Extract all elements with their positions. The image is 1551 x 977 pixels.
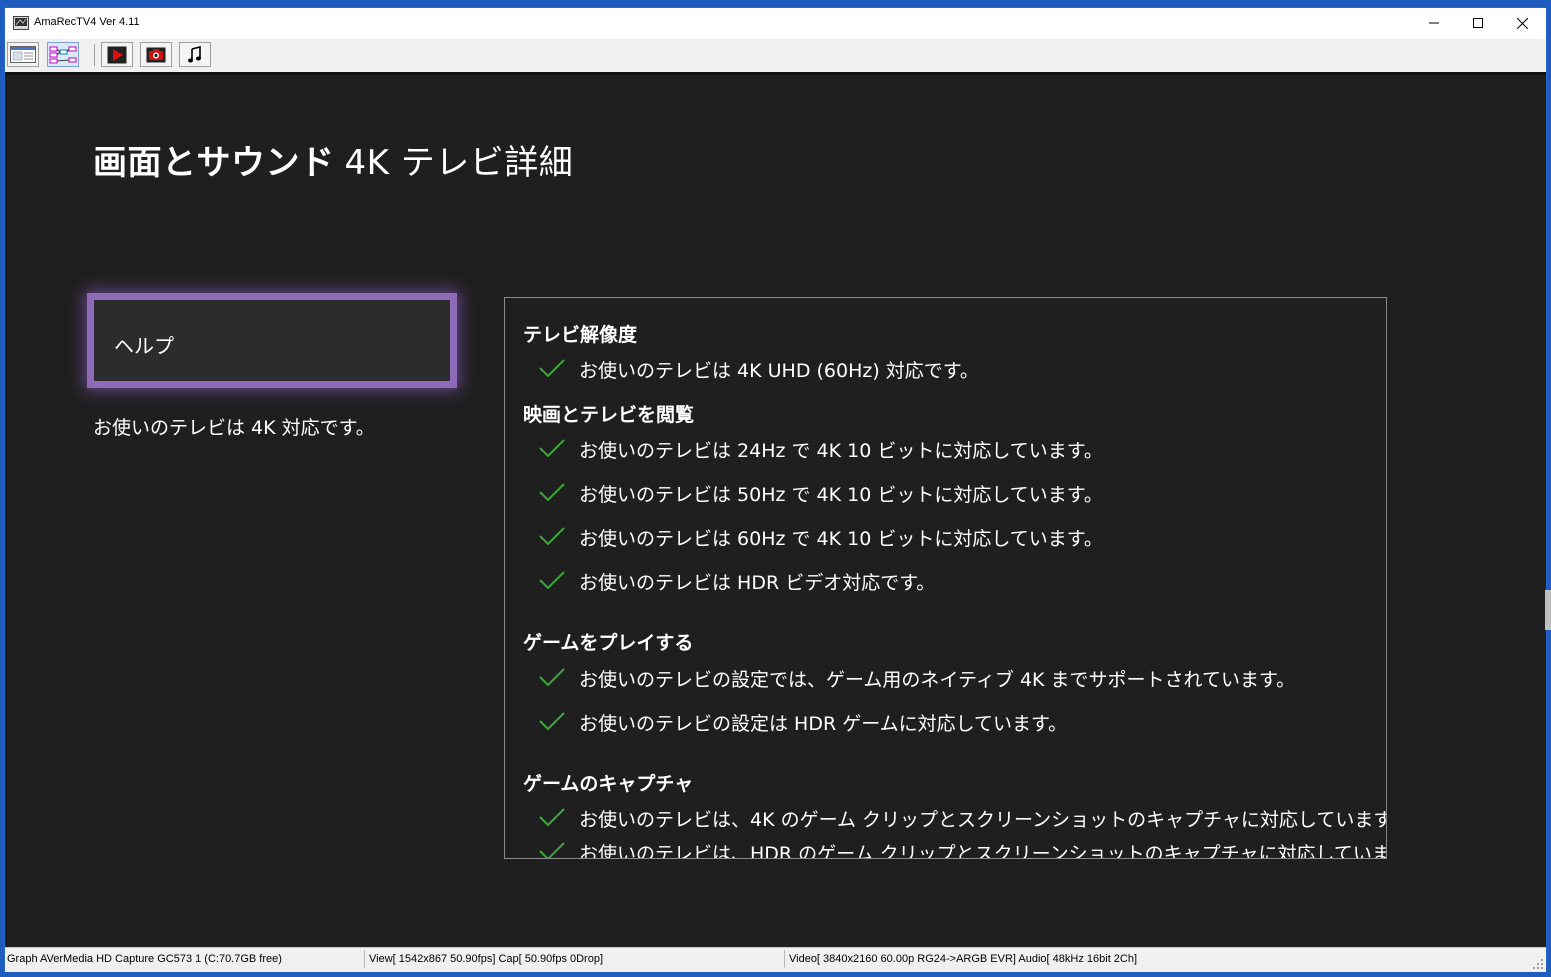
camera-icon bbox=[146, 47, 166, 62]
desktop-edge-scrollbar bbox=[1545, 590, 1551, 630]
check-icon bbox=[539, 668, 565, 687]
toolbar-separator bbox=[94, 44, 95, 66]
check-icon bbox=[539, 842, 565, 858]
check-icon bbox=[539, 439, 565, 458]
section-heading-movies-tv: 映画とテレビを閲覧 bbox=[523, 404, 695, 426]
section-heading-tv-resolution: テレビ解像度 bbox=[523, 324, 638, 346]
check-icon bbox=[539, 808, 565, 827]
help-button-label: ヘルプ bbox=[114, 334, 174, 358]
audio-button[interactable] bbox=[179, 42, 211, 67]
graph-view-button[interactable] bbox=[47, 42, 79, 67]
app-window: AmaRecTV4 Ver 4.11 画面とサウンド 4K テレビ詳細 ヘルプ … bbox=[4, 7, 1547, 972]
tv-support-summary: お使いのテレビは 4K 対応です。 bbox=[93, 417, 375, 439]
minimize-button[interactable] bbox=[1411, 8, 1456, 38]
status-video: Video[ 3840x2160 60.00p RG24->ARGB EVR] … bbox=[789, 953, 1138, 965]
details-panel[interactable]: テレビ解像度 お使いのテレビは 4K UHD (60Hz) 対応です。 映画とテ… bbox=[504, 297, 1387, 859]
maximize-icon bbox=[1472, 18, 1483, 28]
app-icon bbox=[13, 15, 29, 30]
check-icon bbox=[539, 483, 565, 502]
help-button[interactable]: ヘルプ bbox=[87, 293, 457, 388]
record-play-icon bbox=[107, 46, 127, 63]
maximize-button[interactable] bbox=[1455, 8, 1500, 38]
preview-window-icon bbox=[10, 46, 36, 63]
check-icon bbox=[539, 359, 565, 378]
record-play-button[interactable] bbox=[101, 42, 133, 67]
status-graph: Graph AVerMedia HD Capture GC573 1 (C:70… bbox=[7, 953, 282, 965]
page-title-category: 画面とサウンド bbox=[93, 143, 335, 183]
preview-window-button[interactable] bbox=[7, 42, 39, 67]
page-title: 画面とサウンド 4K テレビ詳細 bbox=[93, 135, 573, 184]
resize-grip-icon[interactable] bbox=[1532, 958, 1544, 970]
music-note-icon bbox=[188, 45, 201, 62]
status-view: View[ 1542x867 50.90fps] Cap[ 50.90fps 0… bbox=[369, 953, 604, 965]
title-bar[interactable]: AmaRecTV4 Ver 4.11 bbox=[5, 8, 1546, 39]
status-bar: Graph AVerMedia HD Capture GC573 1 (C:70… bbox=[5, 947, 1546, 972]
section-heading-gaming: ゲームをプレイする bbox=[523, 632, 694, 654]
window-title: AmaRecTV4 Ver 4.11 bbox=[34, 16, 140, 28]
section-heading-game-capture: ゲームのキャプチャ bbox=[523, 773, 694, 795]
status-divider bbox=[364, 950, 365, 968]
status-divider bbox=[784, 950, 785, 968]
close-button[interactable] bbox=[1500, 8, 1545, 38]
snapshot-button[interactable] bbox=[140, 42, 172, 67]
check-icon bbox=[539, 712, 565, 731]
page-title-subtitle: 4K テレビ詳細 bbox=[344, 143, 574, 183]
minimize-icon bbox=[1428, 22, 1439, 24]
toolbar bbox=[5, 39, 1546, 75]
graph-view-icon bbox=[49, 46, 77, 64]
capture-viewport: 画面とサウンド 4K テレビ詳細 ヘルプ お使いのテレビは 4K 対応です。 テレ… bbox=[5, 75, 1546, 947]
close-icon bbox=[1517, 17, 1528, 29]
check-icon bbox=[539, 527, 565, 546]
check-icon bbox=[539, 571, 565, 590]
